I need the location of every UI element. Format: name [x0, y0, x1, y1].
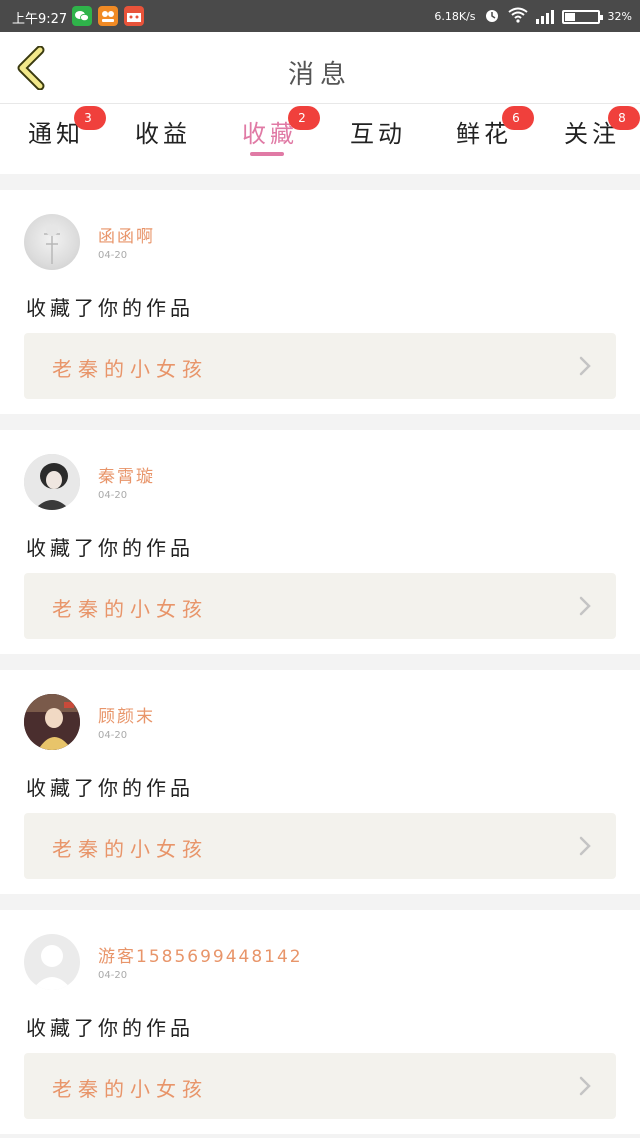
battery-icon [561, 9, 603, 24]
action-text: 收藏了你的作品 [26, 776, 194, 800]
work-title: 老秦的小女孩 [52, 837, 208, 861]
user-name[interactable]: 顾颜末 [98, 702, 155, 727]
tab-follows[interactable]: 关注 8 [564, 106, 640, 149]
work-title: 老秦的小女孩 [52, 1077, 208, 1101]
header: 消息 [0, 32, 640, 104]
page-title: 消息 [287, 60, 352, 90]
action-text: 收藏了你的作品 [26, 536, 194, 560]
message-date: 04-20 [98, 490, 128, 501]
work-link[interactable]: 老秦的小女孩 [24, 333, 616, 399]
action-text: 收藏了你的作品 [26, 296, 194, 320]
section-divider [0, 414, 640, 430]
section-divider [0, 654, 640, 670]
section-divider [0, 894, 640, 910]
active-tab-indicator [250, 152, 284, 156]
action-text: 收藏了你的作品 [26, 1016, 194, 1040]
wifi-icon [507, 7, 528, 26]
tab-flowers[interactable]: 鲜花 6 [456, 106, 534, 149]
message-item[interactable]: 秦霄璇 04-20 收藏了你的作品 老秦的小女孩 [0, 430, 640, 654]
user-name[interactable]: 游客15856994481​42 [98, 942, 303, 967]
work-title: 老秦的小女孩 [52, 357, 208, 381]
status-time: 上午9:27 [12, 12, 68, 27]
avatar[interactable] [24, 214, 80, 270]
message-date: 04-20 [98, 730, 128, 741]
unread-badge: 8 [608, 106, 640, 130]
network-speed: 6.18K/s [434, 10, 476, 23]
work-link[interactable]: 老秦的小女孩 [24, 573, 616, 639]
alarm-icon [484, 7, 500, 26]
unread-badge: 2 [288, 106, 320, 130]
default-avatar-icon[interactable] [24, 934, 80, 990]
status-right: 6.18K/s 32% [434, 7, 632, 26]
avatar[interactable] [24, 454, 80, 510]
message-item[interactable]: 游客15856994481​42 04-20 收藏了你的作品 老秦的小女孩 [0, 910, 640, 1134]
section-divider [0, 174, 640, 190]
status-bar: 上午9:27 6.18K/s 32% [0, 0, 640, 32]
message-date: 04-20 [98, 970, 128, 981]
signal-icon [535, 9, 554, 24]
message-date: 04-20 [98, 250, 128, 261]
tab-label: 互动 [350, 120, 406, 148]
music-app-icon [98, 6, 118, 26]
work-title: 老秦的小女孩 [52, 597, 208, 621]
unread-badge: 3 [74, 106, 106, 130]
tab-notifications[interactable]: 通知 3 [28, 106, 106, 149]
work-link[interactable]: 老秦的小女孩 [24, 1053, 616, 1119]
chevron-right-icon [579, 356, 591, 376]
tab-bar: 通知 3 收益 收藏 2 互动 鲜花 6 关注 8 [0, 104, 640, 174]
message-item[interactable]: 函函啊 04-20 收藏了你的作品 老秦的小女孩 [0, 190, 640, 414]
section-divider [0, 1134, 640, 1138]
tab-label: 收益 [135, 120, 191, 148]
tab-earnings[interactable]: 收益 [135, 114, 191, 149]
avatar[interactable] [24, 694, 80, 750]
chevron-right-icon [579, 1076, 591, 1096]
shopping-app-icon [124, 6, 144, 26]
wechat-icon [72, 6, 92, 26]
unread-badge: 6 [502, 106, 534, 130]
user-name[interactable]: 函函啊 [98, 222, 155, 247]
chevron-right-icon [579, 836, 591, 856]
tab-favorites[interactable]: 收藏 2 [242, 106, 320, 149]
work-link[interactable]: 老秦的小女孩 [24, 813, 616, 879]
battery-percent: 32% [607, 10, 632, 23]
user-name[interactable]: 秦霄璇 [98, 462, 155, 487]
chevron-right-icon [579, 596, 591, 616]
tab-interactions[interactable]: 互动 [350, 114, 406, 149]
message-item[interactable]: 顾颜末 04-20 收藏了你的作品 老秦的小女孩 [0, 670, 640, 894]
